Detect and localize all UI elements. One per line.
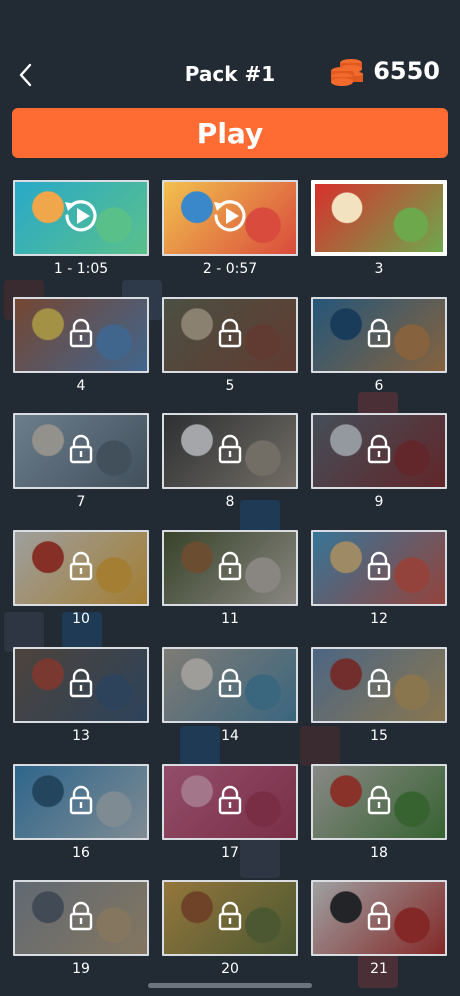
level-label: 18 <box>370 845 388 861</box>
lock-icon <box>68 901 94 935</box>
level-thumbnail[interactable] <box>13 764 149 840</box>
level-tile-8[interactable]: 8 <box>162 413 298 513</box>
level-tile-18[interactable]: 18 <box>311 764 447 864</box>
level-thumbnail[interactable] <box>13 297 149 373</box>
lock-icon <box>68 434 94 468</box>
level-label: 19 <box>72 961 90 977</box>
level-label: 15 <box>370 728 388 744</box>
level-label: 6 <box>374 378 384 394</box>
lock-icon <box>217 901 243 935</box>
level-tile-5[interactable]: 5 <box>162 297 298 397</box>
level-thumbnail[interactable] <box>162 647 298 723</box>
level-tile-10[interactable]: 10 <box>13 530 149 630</box>
home-indicator <box>148 983 312 988</box>
level-tile-12[interactable]: 12 <box>311 530 447 630</box>
level-label: 7 <box>76 494 86 510</box>
level-tile-2[interactable]: 2 - 0:57 <box>162 180 298 280</box>
level-thumbnail[interactable] <box>311 764 447 840</box>
level-thumbnail[interactable] <box>13 647 149 723</box>
level-label: 2 - 0:57 <box>202 261 258 277</box>
level-tile-4[interactable]: 4 <box>13 297 149 397</box>
lock-icon <box>366 551 392 585</box>
level-thumbnail[interactable] <box>311 297 447 373</box>
play-button[interactable]: Play <box>12 108 448 158</box>
level-thumbnail[interactable] <box>162 297 298 373</box>
level-tile-14[interactable]: 14 <box>162 647 298 747</box>
level-tile-3[interactable]: 3 <box>311 180 447 280</box>
level-label: 1 - 1:05 <box>53 261 109 277</box>
lock-icon <box>366 785 392 819</box>
level-tile-15[interactable]: 15 <box>311 647 447 747</box>
lock-icon <box>68 551 94 585</box>
level-label: 13 <box>72 728 90 744</box>
lock-icon <box>217 434 243 468</box>
level-label: 14 <box>221 728 239 744</box>
level-label: 21 <box>370 961 388 977</box>
level-thumbnail[interactable] <box>311 647 447 723</box>
level-tile-16[interactable]: 16 <box>13 764 149 864</box>
lock-icon <box>366 434 392 468</box>
level-label: 3 <box>374 261 384 277</box>
level-thumbnail[interactable] <box>162 764 298 840</box>
level-thumbnail[interactable] <box>311 413 447 489</box>
coin-balance: 6550 <box>329 54 440 88</box>
level-thumbnail[interactable] <box>13 880 149 956</box>
level-thumbnail[interactable] <box>162 530 298 606</box>
level-tile-13[interactable]: 13 <box>13 647 149 747</box>
level-tile-1[interactable]: 1 - 1:05 <box>13 180 149 280</box>
level-tile-7[interactable]: 7 <box>13 413 149 513</box>
level-label: 10 <box>72 611 90 627</box>
lock-icon <box>366 668 392 702</box>
level-tile-17[interactable]: 17 <box>162 764 298 864</box>
level-thumbnail[interactable] <box>162 880 298 956</box>
lock-icon <box>217 551 243 585</box>
lock-icon <box>217 785 243 819</box>
lock-icon <box>217 668 243 702</box>
level-label: 5 <box>225 378 235 394</box>
level-thumbnail[interactable] <box>311 180 447 256</box>
level-thumbnail[interactable] <box>311 880 447 956</box>
replay-icon <box>208 194 252 242</box>
replay-icon <box>59 194 103 242</box>
coin-count: 6550 <box>373 57 440 85</box>
level-label: 17 <box>221 845 239 861</box>
header: Pack #1 6550 <box>0 50 460 100</box>
level-tile-21[interactable]: 21 <box>311 880 447 980</box>
level-tile-11[interactable]: 11 <box>162 530 298 630</box>
lock-icon <box>68 668 94 702</box>
level-label: 20 <box>221 961 239 977</box>
level-label: 12 <box>370 611 388 627</box>
level-thumbnail[interactable] <box>13 413 149 489</box>
level-thumbnail[interactable] <box>13 530 149 606</box>
level-label: 11 <box>221 611 239 627</box>
lock-icon <box>366 318 392 352</box>
lock-icon <box>68 318 94 352</box>
lock-icon <box>366 901 392 935</box>
level-tile-6[interactable]: 6 <box>311 297 447 397</box>
level-thumbnail[interactable] <box>162 413 298 489</box>
lock-icon <box>217 318 243 352</box>
level-label: 9 <box>374 494 384 510</box>
level-thumbnail[interactable] <box>13 180 149 256</box>
level-label: 4 <box>76 378 86 394</box>
coin-stack-icon <box>331 59 364 86</box>
level-tile-9[interactable]: 9 <box>311 413 447 513</box>
lock-icon <box>68 785 94 819</box>
level-thumbnail[interactable] <box>311 530 447 606</box>
level-thumbnail[interactable] <box>162 180 298 256</box>
level-tile-20[interactable]: 20 <box>162 880 298 980</box>
level-tile-19[interactable]: 19 <box>13 880 149 980</box>
level-label: 16 <box>72 845 90 861</box>
level-label: 8 <box>225 494 235 510</box>
